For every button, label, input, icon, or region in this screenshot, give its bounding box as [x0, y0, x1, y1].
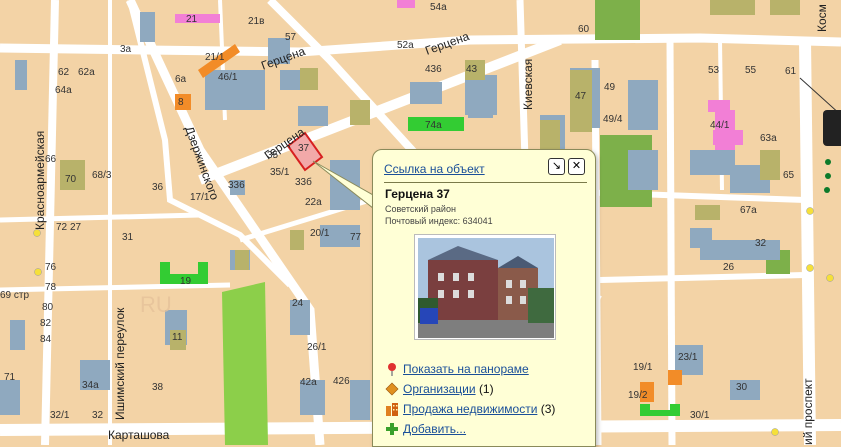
svg-text:44/1: 44/1 [710, 120, 730, 131]
close-icon[interactable]: ✕ [568, 158, 585, 175]
svg-text:30/1: 30/1 [690, 410, 710, 421]
svg-text:55: 55 [745, 65, 757, 76]
svg-text:72: 72 [56, 222, 68, 233]
street-kartashova: Карташова [108, 428, 170, 442]
popup-address: Герцена 37 [385, 187, 450, 201]
svg-text:336: 336 [228, 180, 245, 191]
svg-text:42а: 42а [300, 377, 317, 388]
map-side-tool[interactable] [823, 110, 841, 146]
popup-district: Советский район [385, 204, 456, 214]
link-arrow-icon[interactable]: ↘ [548, 158, 565, 175]
object-link[interactable]: Ссылка на объект [384, 162, 485, 176]
svg-text:53: 53 [708, 65, 720, 76]
street-kievskaya: Киевская [521, 59, 535, 110]
svg-text:3а: 3а [120, 44, 132, 55]
svg-text:32: 32 [92, 410, 104, 421]
organizations-count: (1) [478, 382, 494, 396]
svg-text:77: 77 [350, 232, 362, 243]
svg-text:20/1: 20/1 [310, 228, 330, 239]
selected-building-number: 37 [298, 143, 310, 154]
svg-text:71: 71 [4, 372, 16, 383]
popup-postal: Почтовый индекс: 634041 [385, 216, 493, 226]
svg-text:61: 61 [785, 66, 797, 77]
svg-text:26/1: 26/1 [307, 342, 327, 353]
svg-text:63а: 63а [760, 133, 777, 144]
svg-text:70: 70 [65, 174, 77, 185]
action-add[interactable]: Добавить... [385, 422, 466, 436]
svg-text:78: 78 [45, 282, 57, 293]
svg-text:8: 8 [178, 97, 184, 108]
svg-text:31: 31 [122, 232, 134, 243]
svg-text:23/1: 23/1 [678, 352, 698, 363]
svg-text:46/1: 46/1 [218, 72, 238, 83]
svg-text:76: 76 [45, 262, 57, 273]
street-kos: Косм [815, 4, 829, 32]
svg-text:426: 426 [333, 376, 350, 387]
svg-text:30: 30 [736, 382, 748, 393]
svg-text:35/1: 35/1 [270, 167, 290, 178]
svg-text:21в: 21в [248, 16, 264, 27]
svg-text:24: 24 [292, 298, 304, 309]
svg-text:47: 47 [575, 91, 587, 102]
svg-text:69 стр: 69 стр [0, 290, 29, 301]
object-popup: Ссылка на объект ↘ ✕ Герцена 37 Советски… [372, 149, 596, 447]
building-photo[interactable] [414, 234, 556, 340]
street-ishimsky: Ишимский переулок [113, 307, 127, 420]
svg-text:32/1: 32/1 [50, 410, 70, 421]
svg-text:21: 21 [186, 14, 198, 25]
svg-text:32: 32 [755, 238, 767, 249]
street-krasnoarmeyskaya: Красноармейская [33, 131, 47, 230]
svg-text:436: 436 [425, 64, 442, 75]
svg-text:21/1: 21/1 [205, 52, 225, 63]
svg-text:19/2: 19/2 [628, 390, 648, 401]
organizations-icon [385, 382, 399, 396]
svg-text:19/1: 19/1 [633, 362, 653, 373]
svg-text:49/4: 49/4 [603, 114, 623, 125]
real-estate-count: (3) [540, 402, 556, 416]
svg-text:52а: 52а [397, 40, 414, 51]
svg-text:65: 65 [783, 170, 795, 181]
svg-text:22а: 22а [305, 197, 322, 208]
svg-text:67а: 67а [740, 205, 757, 216]
action-organizations[interactable]: Организации (1) [385, 382, 494, 396]
watermark: RU [140, 292, 172, 317]
svg-text:54а: 54а [430, 2, 447, 13]
svg-text:43: 43 [466, 64, 478, 75]
svg-text:38: 38 [152, 382, 164, 393]
svg-text:19: 19 [180, 276, 192, 287]
svg-text:82: 82 [40, 318, 52, 329]
svg-text:80: 80 [42, 302, 54, 313]
svg-text:34а: 34а [82, 380, 99, 391]
real-estate-icon [385, 402, 399, 416]
svg-text:62а: 62а [78, 67, 95, 78]
svg-text:74а: 74а [425, 120, 442, 131]
svg-text:27: 27 [70, 222, 82, 233]
svg-text:33б: 33б [295, 176, 312, 188]
svg-text:84: 84 [40, 334, 52, 345]
popup-header: Ссылка на объект ↘ ✕ [384, 158, 587, 183]
svg-text:57: 57 [285, 32, 297, 43]
svg-text:36: 36 [152, 182, 164, 193]
action-panorama[interactable]: Показать на панораме [385, 362, 529, 376]
add-plus-icon [385, 422, 399, 436]
svg-text:26: 26 [723, 262, 735, 273]
svg-text:6а: 6а [175, 74, 187, 85]
svg-text:62: 62 [58, 67, 70, 78]
panorama-pin-icon [385, 362, 399, 376]
street-prospekt: ий проспект [801, 378, 815, 445]
action-real-estate[interactable]: Продажа недвижимости (3) [385, 402, 555, 416]
svg-text:60: 60 [578, 24, 590, 35]
svg-text:64а: 64а [55, 85, 72, 96]
svg-text:68/3: 68/3 [92, 170, 112, 181]
svg-text:11: 11 [172, 332, 183, 343]
svg-text:49: 49 [604, 82, 616, 93]
